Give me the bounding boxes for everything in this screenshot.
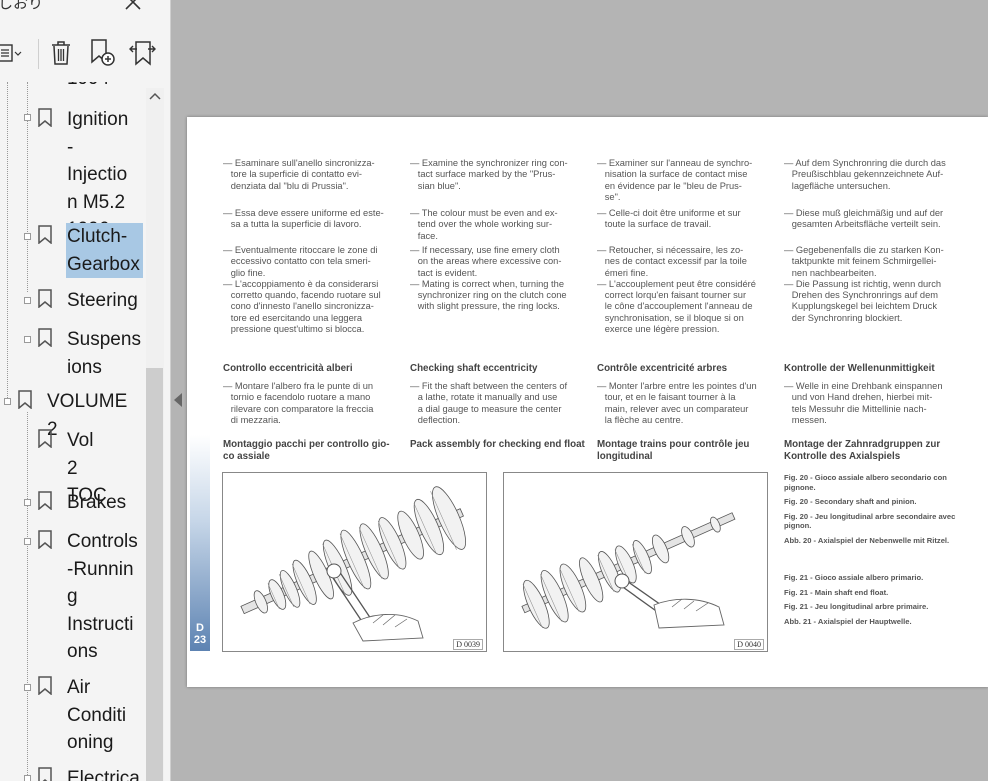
text-en-4: — Fit the shaft between the centers of a… [410, 381, 568, 425]
bookmark-icon [38, 767, 52, 781]
heading-en-1: Checking shaft eccentricity [410, 363, 538, 374]
bookmark-toolbar [0, 35, 170, 75]
text-de-4: — Welle in eine Drehbank einspannen und … [784, 381, 943, 425]
caption-line: Abb. 21 - Axialspiel der Hauptwelle. [784, 616, 912, 626]
heading-it-2: Montaggio pacchi per controllo gio- co a… [223, 439, 390, 462]
text-it-2: — Essa deve essere uniforme ed este- sa … [223, 208, 384, 230]
text-fr-2: — Celle-ci doit être uniforme et sur tou… [597, 208, 741, 230]
expand-toggle[interactable] [24, 336, 31, 343]
heading-fr-1: Contrôle excentricité arbres [597, 363, 728, 374]
heading-de-1: Kontrolle der Wellenunmittigkeit [784, 363, 935, 374]
caption-line: Fig. 20 - Jeu longitudinal arbre seconda… [784, 511, 956, 531]
text-fr-4: — Monter l'arbre entre les pointes d'un … [597, 381, 757, 425]
page-margin-band [190, 435, 210, 651]
text-de-1: — Auf dem Synchronring die durch das Pre… [784, 158, 946, 191]
bookmark-icon [38, 108, 52, 127]
heading-fr-2: Montage trains pour contrôle jeu longitu… [597, 439, 750, 462]
text-en-3: — If necessary, use fine emery cloth on … [410, 245, 567, 312]
expand-toggle[interactable] [24, 684, 31, 691]
expand-toggle[interactable] [24, 499, 31, 506]
figure-code: D 0040 [734, 639, 764, 650]
caption-line: Fig. 21 - Gioco assiale albero primario. [784, 573, 924, 582]
caption-line: Abb. 20 - Axialspiel der Nebenwelle mit … [784, 535, 950, 545]
bookmark-icon [38, 676, 52, 695]
expand-toggle[interactable] [24, 297, 31, 304]
delete-icon[interactable] [46, 35, 76, 71]
bookmark-icon [38, 289, 52, 308]
text-en-1: — Examine the synchronizer ring con- tac… [410, 158, 568, 191]
heading-it-1: Controllo eccentricità alberi [223, 363, 353, 374]
expand-toggle[interactable] [24, 775, 31, 781]
page-number: D 23 [190, 622, 210, 646]
close-icon[interactable] [123, 0, 143, 17]
text-fr-3: — Retoucher, si nécessaire, les zo- nes … [597, 245, 756, 335]
scroll-up-icon[interactable] [146, 90, 164, 106]
caption-line: Fig. 20 - Secondary shaft and pinion. [784, 497, 917, 506]
bookmark-icon [38, 225, 52, 244]
caption-line: Fig. 21 - Jeu longitudinal arbre primair… [784, 602, 929, 611]
heading-de-2: Montage der Zahnradgruppen zur Kontrolle… [784, 439, 941, 462]
figure-secondary-shaft: D 0039 [222, 472, 487, 652]
expand-toggle[interactable] [4, 398, 11, 405]
figure-21-captions: Fig. 21 - Gioco assiale albero primario.… [784, 573, 960, 626]
bookmark-label: Suspens ions [67, 329, 141, 378]
expand-bookmark-icon[interactable] [126, 35, 160, 71]
bookmark-label: Electrica [67, 768, 140, 781]
expand-toggle[interactable] [24, 114, 31, 121]
shaft-drawing [521, 512, 736, 629]
bookmark-icon [38, 328, 52, 347]
text-fr-1: — Examiner sur l'anneau de synchro- nisa… [597, 158, 753, 202]
bookmark-tree: 1994 Ignition -Injectio n M5.2 1996 Clut… [0, 82, 146, 781]
text-en-2: — The colour must be even and ex- tend o… [410, 208, 558, 241]
panel-title: しおり [0, 0, 44, 12]
bookmark-icon [38, 491, 52, 510]
text-it-3: — Eventualmente ritoccare le zone di ecc… [223, 245, 381, 335]
figure-main-shaft: D 0040 [503, 472, 768, 652]
bookmark-label: Brakes [67, 492, 127, 513]
bookmark-label: Steering [67, 290, 138, 311]
bookmark-label: 1994 [67, 82, 109, 93]
bookmark-label: Clutch- Gearbox [66, 223, 143, 278]
text-it-4: — Montare l'albero fra le punte di un to… [223, 381, 374, 425]
bookmark-label: Air Conditi oning [67, 677, 127, 753]
caption-line: Fig. 20 - Gioco assiale albero secondari… [784, 473, 947, 492]
bookmarks-panel: しおり Ignition -Injectio n M5.2 Clutch- Ge… [0, 0, 171, 781]
bookmark-icon [18, 390, 32, 409]
text-de-2: — Diese muß gleichmäßig und auf der gesa… [784, 208, 944, 230]
bookmark-icon [38, 429, 52, 448]
expand-toggle[interactable] [24, 233, 31, 240]
collapse-panel-icon[interactable] [174, 393, 182, 407]
text-de-3: — Gegebenenfalls die zu starken Kon- tak… [784, 245, 944, 323]
heading-en-2: Pack assembly for checking end float [410, 439, 585, 450]
add-bookmark-icon[interactable] [86, 35, 120, 71]
page-number-value: 23 [193, 634, 207, 646]
bookmark-icon [38, 530, 52, 549]
shaft-drawing [240, 486, 466, 642]
text-it-1: — Esaminare sull'anello sincronizza- tor… [223, 158, 375, 191]
document-page: — Esaminare sull'anello sincronizza- tor… [187, 117, 988, 687]
scrollbar-thumb[interactable] [146, 368, 163, 781]
bookmark-label: Controls -Runnin g Instructi ons [67, 531, 138, 662]
tree-guide-line [7, 82, 8, 402]
expand-toggle[interactable] [24, 538, 31, 545]
options-menu-icon[interactable] [0, 35, 28, 71]
figure-20-captions: Fig. 20 - Gioco assiale albero secondari… [784, 473, 960, 545]
figure-code: D 0039 [453, 639, 483, 650]
tree-guide-line [27, 412, 28, 781]
caption-line: Fig. 21 - Main shaft end float. [784, 587, 889, 597]
toolbar-separator [38, 39, 39, 69]
tree-scrollbar[interactable] [146, 88, 164, 781]
section-letter: D [196, 622, 204, 634]
